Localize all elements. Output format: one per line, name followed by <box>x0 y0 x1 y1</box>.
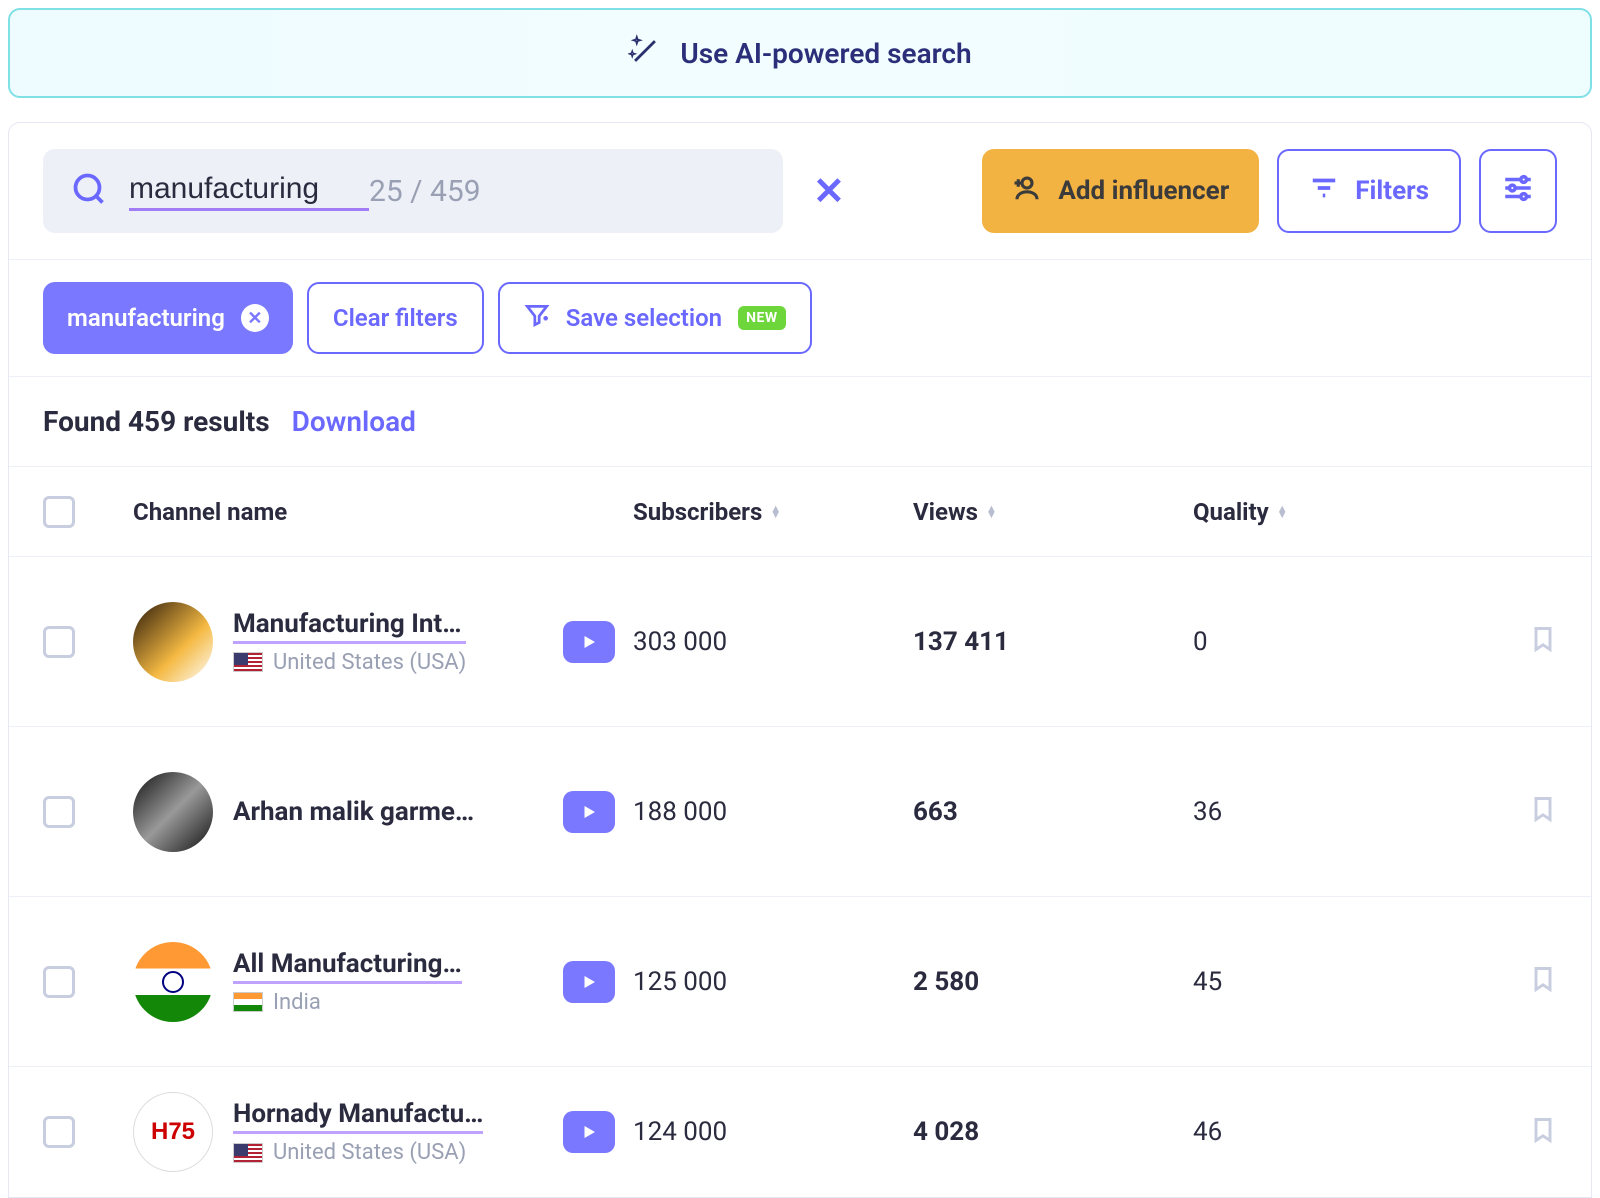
filter-tag-chip[interactable]: manufacturing ✕ <box>43 282 293 354</box>
cell-views: 2 580 <box>913 967 1193 997</box>
row-checkbox[interactable] <box>43 1116 75 1148</box>
funnel-icon <box>524 302 550 334</box>
cell-quality: 46 <box>1193 1117 1413 1147</box>
sort-icon: ▲▼ <box>986 506 997 518</box>
cell-views: 4 028 <box>913 1117 1193 1147</box>
channel-avatar: H75 <box>133 1092 213 1172</box>
channel-avatar <box>133 772 213 852</box>
bookmark-button[interactable] <box>1529 622 1557 661</box>
play-button[interactable] <box>563 621 615 663</box>
ai-banner-label: Use AI-powered search <box>680 37 971 70</box>
channel-avatar <box>133 942 213 1022</box>
col-subscribers[interactable]: Subscribers▲▼ <box>633 498 913 526</box>
sort-icon: ▲▼ <box>1277 506 1288 518</box>
clear-filters-label: Clear filters <box>333 304 458 332</box>
add-person-icon <box>1012 173 1042 210</box>
download-link[interactable]: Download <box>292 405 416 438</box>
filters-label: Filters <box>1355 176 1429 206</box>
clear-search-button[interactable]: ✕ <box>807 163 851 220</box>
ai-search-banner[interactable]: Use AI-powered search <box>8 8 1592 98</box>
add-influencer-label: Add influencer <box>1058 176 1229 206</box>
table-row: H75 Hornady Manufactu… United States (US… <box>9 1067 1591 1197</box>
search-count: 25 / 459 <box>369 174 481 209</box>
bookmark-button[interactable] <box>1529 962 1557 1001</box>
search-group: 25 / 459 ✕ <box>43 149 851 233</box>
table-row: Manufacturing Int… United States (USA) 3… <box>9 557 1591 727</box>
bookmark-button[interactable] <box>1529 792 1557 831</box>
cell-quality: 0 <box>1193 627 1413 657</box>
channel-location: United States (USA) <box>233 1140 483 1165</box>
remove-filter-icon[interactable]: ✕ <box>241 304 269 332</box>
bookmark-button[interactable] <box>1529 1113 1557 1152</box>
search-input[interactable] <box>129 172 369 211</box>
channel-cell[interactable]: Manufacturing Int… United States (USA) <box>133 602 563 682</box>
results-header: Found 459 results Download <box>9 377 1591 467</box>
row-checkbox[interactable] <box>43 966 75 998</box>
channel-name: Arhan malik garme… <box>233 797 474 827</box>
new-badge: NEW <box>738 306 786 330</box>
channel-name: All Manufacturing… <box>233 949 462 984</box>
cell-views: 137 411 <box>913 627 1193 657</box>
select-all-checkbox[interactable] <box>43 496 75 528</box>
row-checkbox[interactable] <box>43 626 75 658</box>
cell-subs: 124 000 <box>633 1117 913 1147</box>
play-button[interactable] <box>563 1111 615 1153</box>
filter-lines-icon <box>1309 173 1339 210</box>
cell-subs: 188 000 <box>633 797 913 827</box>
settings-sliders-button[interactable] <box>1479 149 1557 233</box>
cell-subs: 303 000 <box>633 627 913 657</box>
table-header: Channel name Subscribers▲▼ Views▲▼ Quali… <box>9 467 1591 557</box>
flag-icon <box>233 992 263 1012</box>
save-selection-button[interactable]: Save selection NEW <box>498 282 812 354</box>
cell-subs: 125 000 <box>633 967 913 997</box>
wand-icon <box>628 34 662 73</box>
cell-quality: 36 <box>1193 797 1413 827</box>
clear-filters-button[interactable]: Clear filters <box>307 282 484 354</box>
channel-cell[interactable]: H75 Hornady Manufactu… United States (US… <box>133 1092 563 1172</box>
channel-location: India <box>233 990 462 1015</box>
col-channel-name: Channel name <box>133 498 563 526</box>
table-row: Arhan malik garme… 188 00066336 <box>9 727 1591 897</box>
row-checkbox[interactable] <box>43 796 75 828</box>
channel-cell[interactable]: All Manufacturing… India <box>133 942 563 1022</box>
col-quality[interactable]: Quality▲▼ <box>1193 498 1413 526</box>
sliders-icon <box>1501 171 1535 212</box>
toolbar: 25 / 459 ✕ Add influencer Filters <box>9 123 1591 260</box>
col-views[interactable]: Views▲▼ <box>913 498 1193 526</box>
channel-avatar <box>133 602 213 682</box>
country-label: United States (USA) <box>273 1140 466 1165</box>
country-label: India <box>273 990 321 1015</box>
channel-name: Manufacturing Int… <box>233 609 466 644</box>
filters-button[interactable]: Filters <box>1277 149 1461 233</box>
channel-name: Hornady Manufactu… <box>233 1099 483 1134</box>
search-icon <box>71 171 107 212</box>
table-body: Manufacturing Int… United States (USA) 3… <box>9 557 1591 1197</box>
play-button[interactable] <box>563 791 615 833</box>
flag-icon <box>233 652 263 672</box>
search-box[interactable]: 25 / 459 <box>43 149 783 233</box>
channel-cell[interactable]: Arhan malik garme… <box>133 772 563 852</box>
filter-tag-label: manufacturing <box>67 304 225 332</box>
add-influencer-button[interactable]: Add influencer <box>982 149 1259 233</box>
play-button[interactable] <box>563 961 615 1003</box>
country-label: United States (USA) <box>273 650 466 675</box>
results-count: Found 459 results <box>43 405 270 438</box>
filter-chips-row: manufacturing ✕ Clear filters Save selec… <box>9 260 1591 377</box>
main-card: 25 / 459 ✕ Add influencer Filters <box>8 122 1592 1198</box>
channel-location: United States (USA) <box>233 650 466 675</box>
flag-icon <box>233 1143 263 1163</box>
sort-icon: ▲▼ <box>770 506 781 518</box>
table-row: All Manufacturing… India 125 0002 58045 <box>9 897 1591 1067</box>
save-selection-label: Save selection <box>566 304 722 332</box>
cell-quality: 45 <box>1193 967 1413 997</box>
cell-views: 663 <box>913 797 1193 827</box>
